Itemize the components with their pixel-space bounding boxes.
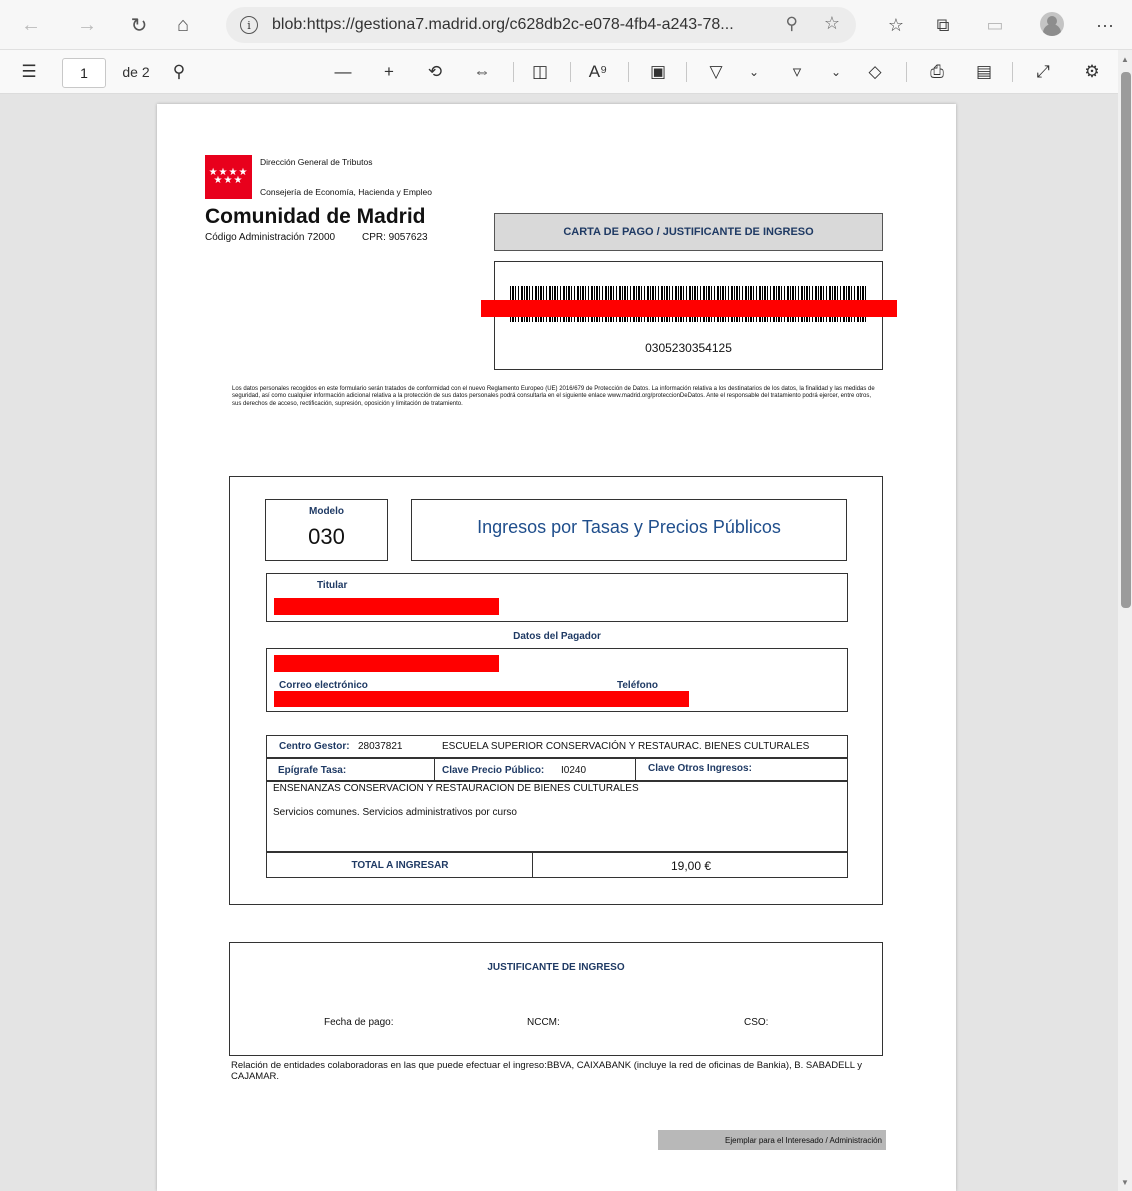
cpr-code: CPR: 9057623 (362, 232, 428, 243)
back-icon[interactable]: ← (18, 12, 44, 38)
contents-icon[interactable]: ☰ (16, 59, 42, 85)
entidades-colaboradoras: Relación de entidades colaboradoras en l… (231, 1060, 863, 1082)
favorites-icon[interactable]: ☆ (883, 12, 909, 38)
fecha-pago-label: Fecha de pago: (324, 1017, 394, 1028)
clave-precio-value: I0240 (561, 765, 587, 776)
pdf-page: ★★★★ ★★★ Dirección General de Tributos C… (157, 104, 956, 1191)
concepto-line-2: Servicios comunes. Servicios administrat… (273, 807, 517, 818)
add-favorite-icon[interactable]: ☆ (824, 13, 840, 34)
comunidad-madrid-logo: ★★★★ ★★★ (205, 155, 252, 199)
scroll-down-icon[interactable]: ▼ (1121, 1178, 1129, 1187)
pdf-toolbar: ☰ de 2 ⚲ — + ⟲ ⇔ ◫ A⁹ ▣ ▽ ⌄ ▿ ⌄ ◇ ⎙ ▤ ⤢ … (0, 50, 1132, 94)
modelo-label: Modelo (309, 506, 344, 517)
cell-divider (434, 759, 435, 781)
print-icon[interactable]: ⎙ (924, 59, 950, 85)
browser-address-bar: ← → ↻ ⌂ i blob:https://gestiona7.madrid.… (0, 0, 1132, 50)
rotate-icon[interactable]: ⟲ (422, 59, 448, 85)
address-field[interactable]: i blob:https://gestiona7.madrid.org/c628… (226, 7, 856, 43)
draw-options-chevron-icon[interactable]: ⌄ (744, 59, 764, 85)
toolbar-divider (570, 62, 571, 82)
barcode-box: 0305230354125 (481, 261, 897, 370)
profile-avatar[interactable] (1040, 12, 1064, 36)
zoom-icon[interactable]: ⚲ (786, 14, 798, 34)
toolbar-divider (628, 62, 629, 82)
toolbar-divider (906, 62, 907, 82)
toolbar-divider (513, 62, 514, 82)
more-menu-icon[interactable]: ··· (1092, 12, 1118, 38)
redaction-bar (481, 300, 897, 317)
site-info-icon[interactable]: i (240, 16, 258, 34)
total-row: TOTAL A INGRESAR 19,00 € (266, 852, 848, 878)
page-number-input[interactable]: 1 (62, 58, 106, 88)
text-icon[interactable]: ▣ (645, 59, 671, 85)
modelo-box: Modelo 030 (265, 499, 388, 561)
organismo-title: Comunidad de Madrid (205, 205, 426, 228)
redaction-bar (274, 655, 499, 672)
modelo-title: Ingresos por Tasas y Precios Públicos (477, 517, 781, 537)
cell-divider (635, 759, 636, 781)
settings-icon[interactable]: ⚙ (1079, 59, 1105, 85)
nccm-label: NCCM: (527, 1017, 560, 1028)
payment-details-box: Modelo 030 Ingresos por Tasas y Precios … (229, 476, 883, 905)
url-text: blob:https://gestiona7.madrid.org/c628db… (272, 16, 734, 33)
clave-otros-label: Clave Otros Ingresos: (648, 763, 752, 774)
page-count: de 2 (122, 64, 150, 80)
highlight-options-chevron-icon[interactable]: ⌄ (826, 59, 846, 85)
modelo-title-box: Ingresos por Tasas y Precios Públicos (411, 499, 847, 561)
justificante-box: JUSTIFICANTE DE INGRESO Fecha de pago: N… (229, 942, 883, 1056)
carta-pago-title: CARTA DE PAGO / JUSTIFICANTE DE INGRESO (494, 213, 883, 251)
read-aloud-icon[interactable]: A⁹ (585, 59, 611, 85)
concepto-line-1: ENSENANZAS CONSERVACION Y RESTAURACION D… (273, 783, 639, 794)
codigo-administracion: Código Administración 72000 (205, 232, 336, 243)
titular-box: Titular (266, 573, 848, 622)
fit-width-icon[interactable]: ⇔ (469, 59, 495, 85)
centro-gestor-row: Centro Gestor: 28037821 ESCUELA SUPERIOR… (266, 735, 848, 758)
barcode-number: 0305230354125 (645, 341, 732, 355)
telefono-label: Teléfono (617, 680, 658, 691)
centro-gestor-label: Centro Gestor: (279, 741, 350, 752)
draw-icon[interactable]: ▽ (703, 59, 729, 85)
modelo-number: 030 (308, 524, 345, 549)
clave-precio-label: Clave Precio Público: (442, 765, 545, 776)
zoom-in-icon[interactable]: + (376, 59, 402, 85)
zoom-out-icon[interactable]: — (330, 59, 356, 85)
collections-icon[interactable]: ⧉ (930, 12, 956, 38)
toolbar-divider (686, 62, 687, 82)
total-value: 19,00 € (670, 859, 712, 873)
total-label: TOTAL A INGRESAR (351, 860, 449, 871)
centro-gestor-code: 28037821 (358, 741, 403, 752)
eraser-icon[interactable]: ◇ (862, 59, 888, 85)
ejemplar-label: Ejemplar para el Interesado / Administra… (658, 1130, 886, 1150)
direccion-general: Dirección General de Tributos (260, 157, 373, 167)
search-icon[interactable]: ⚲ (166, 59, 192, 85)
centro-gestor-name: ESCUELA SUPERIOR CONSERVACIÓN Y RESTAURA… (442, 741, 810, 752)
scrollbar-thumb[interactable] (1121, 72, 1131, 608)
epigrafe-label: Epígrafe Tasa: (278, 765, 347, 776)
forward-icon[interactable]: → (74, 12, 100, 38)
ie-mode-icon[interactable]: ▭ (982, 12, 1008, 38)
redaction-bar (274, 691, 689, 707)
page-view-icon[interactable]: ◫ (527, 59, 553, 85)
titular-label: Titular (317, 580, 348, 591)
justificante-title: JUSTIFICANTE DE INGRESO (487, 962, 625, 973)
scroll-up-icon[interactable]: ▲ (1121, 55, 1129, 64)
cso-label: CSO: (744, 1017, 769, 1028)
correo-label: Correo electrónico (279, 680, 368, 691)
refresh-icon[interactable]: ↻ (126, 12, 152, 38)
pagador-box: Correo electrónico Teléfono (266, 648, 848, 712)
consejeria: Consejería de Economía, Hacienda y Emple… (260, 187, 432, 197)
pagador-label: Datos del Pagador (513, 631, 601, 642)
home-icon[interactable]: ⌂ (170, 12, 196, 38)
save-icon[interactable]: ▤ (971, 59, 997, 85)
highlight-icon[interactable]: ▿ (784, 59, 810, 85)
data-protection-notice: Los datos personales recogidos en este f… (232, 386, 875, 407)
toolbar-divider (1012, 62, 1013, 82)
redaction-bar (274, 598, 499, 615)
concepto-box: ENSENANZAS CONSERVACION Y RESTAURACION D… (266, 780, 848, 852)
claves-row: Epígrafe Tasa: Clave Precio Público: I02… (266, 758, 848, 782)
fullscreen-icon[interactable]: ⤢ (1030, 59, 1056, 85)
